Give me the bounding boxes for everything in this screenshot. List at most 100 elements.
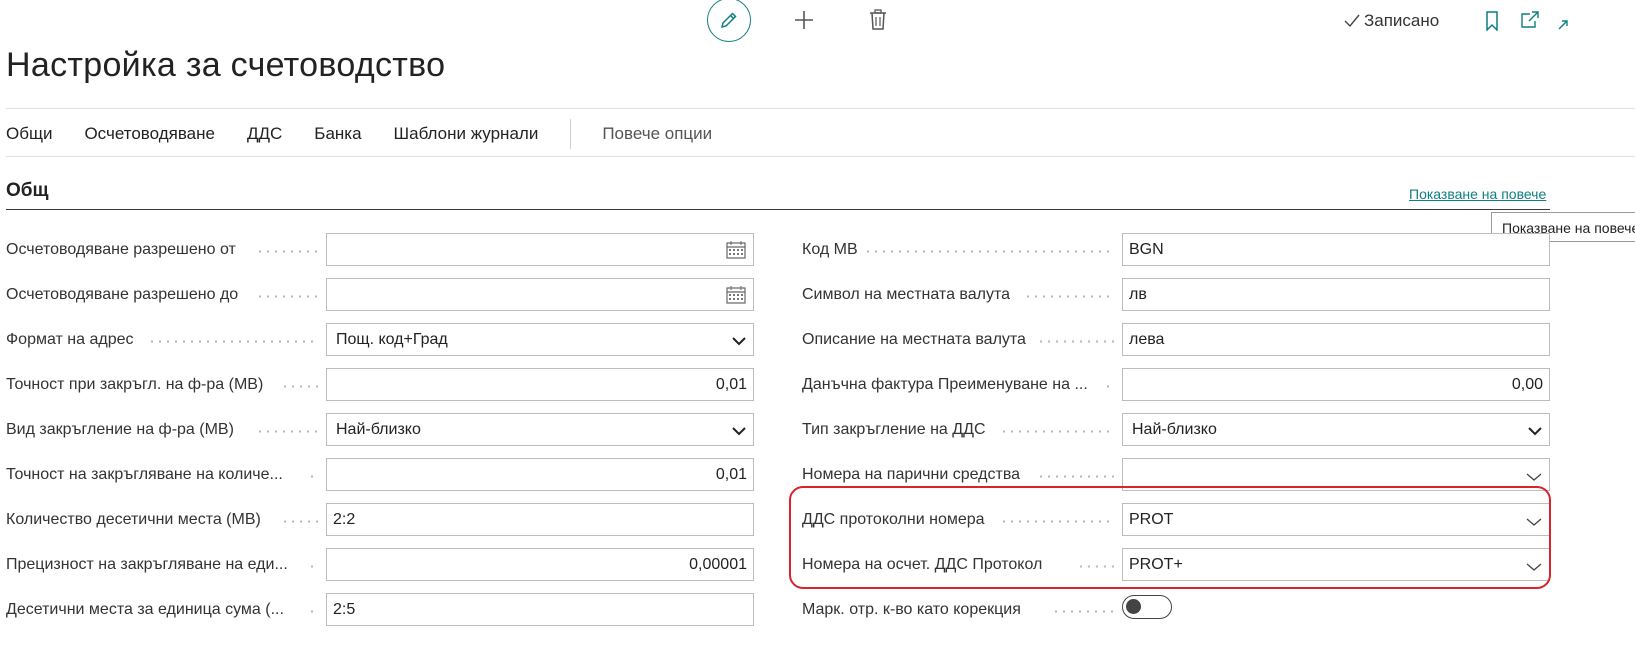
leader-dots [256,250,318,253]
title-divider [6,108,1635,109]
field-label: Точност при закръгл. на ф-ра (МВ) [6,376,264,393]
saved-status: Записано [1343,11,1439,31]
leader-dots [256,295,318,298]
nav-item-posting[interactable]: Осчетоводяване [84,124,215,144]
leader-dots [256,430,318,433]
field-label: Вид закръгление на ф-ра (МВ) [6,421,234,438]
nav-divider [570,119,572,149]
field-label: Данъчна фактура Преименуване на ... [802,376,1088,393]
field-label: Осчетоводяване разрешено до [6,286,239,303]
new-button[interactable] [792,8,816,32]
leader-dots [148,340,318,343]
leader-dots [308,610,318,613]
action-bar: Общи Осчетоводяване ДДС Банка Шаблони жу… [6,118,712,150]
field-value: Най-близко [1132,420,1217,438]
delete-button[interactable] [868,8,888,32]
calendar-icon[interactable] [726,286,746,309]
field-value: BGN [1129,240,1164,258]
nav-item-bank[interactable]: Банка [314,124,361,144]
field-label: Символ на местната валута [802,286,1011,303]
field-label: Количество десетични места (МВ) [6,511,261,528]
leader-dots [1104,385,1114,388]
local-currency-symbol-input[interactable]: лв [1122,278,1550,311]
pencil-icon [720,12,737,29]
field-label: Формат на адрес [6,331,134,348]
chevron-down-icon [732,333,746,351]
open-new-window-icon [1521,11,1539,28]
chevron-down-icon[interactable] [1526,514,1542,532]
field-value: 2:5 [333,600,356,618]
more-options-button[interactable]: Повече опции [602,124,712,144]
lcy-code-input[interactable]: BGN [1122,233,1550,266]
amount-decimal-places-input[interactable]: 2:2 [326,503,754,536]
page-title: Настройка за счетоводство [6,46,446,84]
unit-amount-decimal-places-input[interactable]: 2:5 [326,593,754,626]
leader-dots [1077,565,1114,568]
quantity-rounding-precision-input[interactable]: 0,01 [326,458,754,491]
field-value: лв [1129,285,1147,303]
bookmark-button[interactable] [1483,10,1501,32]
open-new-window-button[interactable] [1519,10,1541,30]
leader-dots [281,520,318,523]
field-label: ДДС протоколни номера [802,511,985,528]
toggle-knob [1126,599,1141,614]
field-value: 2:2 [333,510,356,528]
field-label: Марк. отр. к-во като корекция [802,601,1021,618]
leader-dots [1000,520,1114,523]
unit-amount-rounding-precision-input[interactable]: 0,00001 [326,548,754,581]
leader-dots [1024,295,1114,298]
calendar-icon[interactable] [726,241,746,264]
section-title: Общ [6,180,49,201]
nav-divider-line [6,156,1635,157]
checkmark-icon [1344,14,1360,28]
saved-label: Записано [1364,11,1440,30]
bookmark-icon [1486,11,1498,31]
invoice-rounding-type-select[interactable]: Най-близко [326,413,754,446]
posting-allowed-from-input[interactable] [326,233,754,266]
chevron-down-icon[interactable] [1526,559,1542,577]
chevron-down-icon [732,423,746,441]
nav-item-vat[interactable]: ДДС [247,124,282,144]
field-label: Тип закръгление на ДДС [802,421,986,438]
nav-item-general[interactable]: Общи [6,124,52,144]
leader-dots [1000,430,1114,433]
field-label: Прецизност на закръгляване на еди... [6,556,288,573]
invoice-rounding-precision-input[interactable]: 0,01 [326,368,754,401]
posting-allowed-to-input[interactable] [326,278,754,311]
address-format-select[interactable]: Пощ. код+Град [326,323,754,356]
leader-dots [1037,475,1114,478]
field-label: Номера на парични средства [802,466,1021,483]
mark-cr-memos-as-corrections-toggle[interactable] [1122,595,1172,619]
field-label: Номера на осчет. ДДС Протокол [802,556,1043,573]
leader-dots [308,475,318,478]
posted-vat-protocol-nos-lookup[interactable]: PROT+ [1122,548,1550,581]
field-value: 0,01 [715,375,747,393]
field-label: Десетични места за единица сума (... [6,601,284,618]
field-label: Код МВ [802,241,858,258]
edit-button[interactable] [707,0,751,42]
nav-item-journal-templates[interactable]: Шаблони журнали [394,124,539,144]
plus-icon [795,11,813,29]
section-divider [6,209,1550,210]
leader-dots [281,385,318,388]
leader-dots [1052,610,1114,613]
field-label: Осчетоводяване разрешено от [6,241,236,258]
field-value: 0,01 [715,465,747,483]
local-currency-description-input[interactable]: лева [1122,323,1550,356]
show-more-link[interactable]: Показване на повече [1409,186,1546,202]
leader-dots [308,565,318,568]
collapse-icon [1558,20,1568,30]
trash-icon [870,9,886,30]
vat-rounding-type-select[interactable]: Най-близко [1122,413,1550,446]
chevron-down-icon[interactable] [1526,469,1542,487]
leader-dots [1037,340,1114,343]
collapse-button[interactable] [1556,16,1570,32]
field-value: PROT [1129,510,1174,528]
vat-protocol-nos-lookup[interactable]: PROT [1122,503,1550,536]
field-value: лева [1129,330,1165,348]
cash-nos-lookup[interactable] [1122,458,1550,491]
field-value: Най-близко [336,420,421,438]
tax-invoice-renaming-input[interactable]: 0,00 [1122,368,1550,401]
leader-dots [864,250,1114,253]
chevron-down-icon [1528,423,1542,441]
